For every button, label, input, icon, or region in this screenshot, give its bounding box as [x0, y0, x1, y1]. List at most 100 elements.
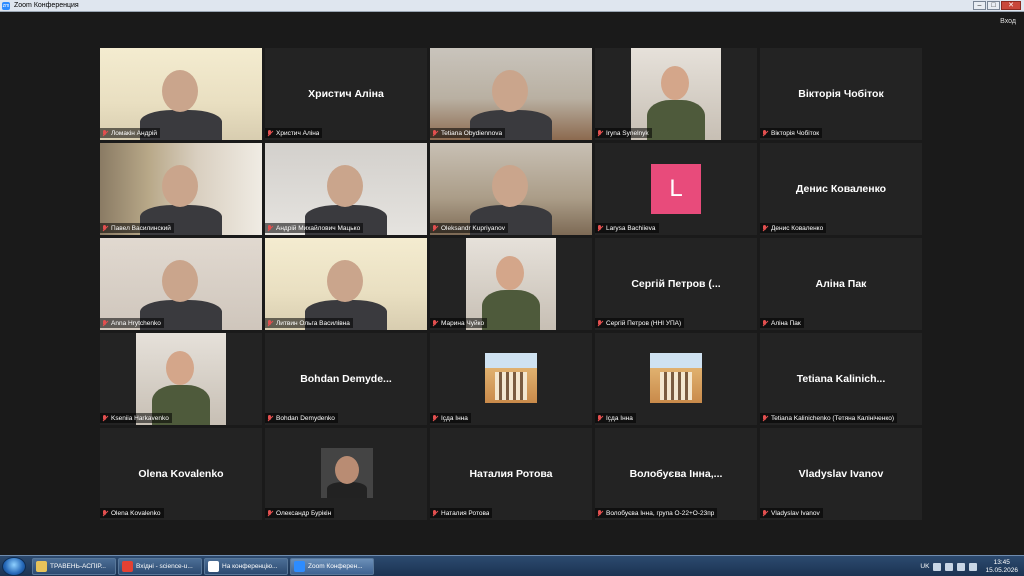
avatar-letter: L [651, 164, 701, 214]
participant-name-label: Іҫда Інна [430, 413, 471, 423]
participant-tile[interactable]: Аліна Пак Аліна Пак [760, 238, 922, 330]
chrome-icon [122, 561, 133, 572]
participant-tile[interactable]: Vladyslav Ivanov Vladyslav Ivanov [760, 428, 922, 520]
exit-label[interactable]: Вход [1000, 18, 1016, 25]
window-title: Zoom Конференция [14, 2, 79, 9]
taskbar-item[interactable]: Zoom Конферен... [290, 558, 374, 575]
participant-tile[interactable]: Христич Аліна Христич Аліна [265, 48, 427, 140]
participant-tile[interactable]: Наталия Ротова Наталия Ротова [430, 428, 592, 520]
muted-mic-icon [762, 224, 768, 232]
participant-tile[interactable]: Bohdan Demyde... Bohdan Demydenko [265, 333, 427, 425]
participant-name-label: Tetiana Kalinichenko (Тетяна Калініченко… [760, 413, 898, 423]
window-controls: – □ ✕ [973, 1, 1021, 10]
participant-big-name: Денис Коваленко [795, 183, 887, 195]
participant-big-name: Вікторія Чобіток [798, 88, 884, 100]
participant-name: Ломакін Андрій [111, 129, 158, 137]
participant-tile[interactable]: Сергій Петров (... Сергій Петров (ННІ УПА… [595, 238, 757, 330]
participant-tile[interactable]: Oleksandr Kupriyanov [430, 143, 592, 235]
participant-name: Марина Чуйко [441, 319, 485, 327]
participant-tile[interactable]: Волобуєва Інна,... Волобуєва Інна, група … [595, 428, 757, 520]
participant-tile[interactable]: Anna Hrytchenko [100, 238, 262, 330]
participant-name-label: Olena Kovalenko [100, 508, 164, 518]
muted-mic-icon [762, 414, 768, 422]
participant-name-label: Oleksandr Kupriyanov [430, 223, 508, 233]
participant-big-name: Волобуєва Інна,... [629, 468, 723, 480]
muted-mic-icon [267, 319, 273, 327]
participant-name-label: Марина Чуйко [430, 318, 488, 328]
participant-name: Наталия Ротова [441, 509, 490, 517]
muted-mic-icon [102, 509, 108, 517]
tray-arrow-icon[interactable] [933, 562, 942, 571]
participant-tile[interactable]: Литвин Ольга Василівна [265, 238, 427, 330]
muted-mic-icon [432, 509, 438, 517]
start-button[interactable] [2, 557, 26, 576]
participant-name: Андрій Михайлович Мацько [276, 224, 361, 232]
participant-tile[interactable]: Iryna Synelnyk [595, 48, 757, 140]
taskbar-item[interactable]: На конференцію... [204, 558, 288, 575]
taskbar-item-label: Вхідні - science-u... [136, 563, 193, 570]
tray-volume-icon[interactable] [969, 562, 978, 571]
participant-video [430, 48, 592, 140]
tray-flag-icon[interactable] [957, 562, 966, 571]
participant-photo [466, 238, 556, 330]
person-head [162, 260, 198, 302]
participant-tile[interactable]: Tetiana Kalinich... Tetiana Kalinichenko … [760, 333, 922, 425]
participant-tile[interactable]: Olena Kovalenko Olena Kovalenko [100, 428, 262, 520]
participant-name-label: Anna Hrytchenko [100, 318, 164, 328]
participant-video [265, 143, 427, 235]
clock[interactable]: 13:45 15.05.2026 [985, 559, 1018, 575]
participant-big-name: Vladyslav Ivanov [798, 468, 884, 480]
participant-tile[interactable]: Tetiana Obydiennova [430, 48, 592, 140]
participant-tile[interactable]: Kseniia Harkavenko [100, 333, 262, 425]
language-indicator[interactable]: UK [920, 563, 929, 570]
participant-name: Литвин Ольга Василівна [276, 319, 350, 327]
participant-tile[interactable]: Вікторія Чобіток Вікторія Чобіток [760, 48, 922, 140]
participant-name: Iryna Synelnyk [606, 129, 649, 137]
participant-tile[interactable]: Іҫда Інна [430, 333, 592, 425]
person-head [492, 70, 528, 112]
participant-name-label: Денис Коваленко [760, 223, 827, 233]
participant-tile[interactable]: Олександр Бурікін [265, 428, 427, 520]
taskbar-item-label: ТРАВЕНЬ-АСПІР... [50, 563, 106, 570]
participant-video [100, 48, 262, 140]
close-button[interactable]: ✕ [1001, 1, 1021, 10]
participant-name: Волобуєва Інна, група О-22+О-23пр [606, 509, 715, 517]
participant-tile[interactable]: Андрій Михайлович Мацько [265, 143, 427, 235]
person-head [327, 165, 363, 207]
taskbar-item-label: Zoom Конферен... [308, 563, 363, 570]
participant-name-label: Tetiana Obydiennova [430, 128, 506, 138]
taskbar-item[interactable]: ТРАВЕНЬ-АСПІР... [32, 558, 116, 575]
maximize-button[interactable]: □ [987, 1, 1000, 10]
taskbar-item[interactable]: Вхідні - science-u... [118, 558, 202, 575]
participant-big-name: Olena Kovalenko [138, 468, 224, 480]
muted-mic-icon [597, 414, 603, 422]
participant-name: Аліна Пак [771, 319, 801, 327]
person-body [482, 290, 540, 330]
minimize-button[interactable]: – [973, 1, 986, 10]
building-profile-image [650, 353, 702, 403]
muted-mic-icon [762, 509, 768, 517]
participant-name-label: Larysa Bachiieva [595, 223, 659, 233]
person-head [162, 70, 198, 112]
participant-video [100, 238, 262, 330]
participant-big-name: Tetiana Kalinich... [796, 373, 886, 385]
participant-name-label: Олександр Бурікін [265, 508, 335, 518]
participant-name-label: Vladyslav Ivanov [760, 508, 823, 518]
participant-big-name: Христич Аліна [308, 88, 384, 100]
person-body [327, 482, 367, 498]
participant-name-label: Волобуєва Інна, група О-22+О-23пр [595, 508, 718, 518]
participant-photo [136, 333, 226, 425]
participant-tile[interactable]: Іҫда Інна [595, 333, 757, 425]
participant-tile[interactable]: Ломакін Андрій [100, 48, 262, 140]
zoom-icon [294, 561, 305, 572]
participant-tile[interactable]: L Larysa Bachiieva [595, 143, 757, 235]
tray-network-icon[interactable] [945, 562, 954, 571]
participant-tile[interactable]: Марина Чуйко [430, 238, 592, 330]
participant-name: Сергій Петров (ННІ УПА) [606, 319, 682, 327]
muted-mic-icon [267, 509, 273, 517]
participant-tile[interactable]: Денис Коваленко Денис Коваленко [760, 143, 922, 235]
person-head [492, 165, 528, 207]
participant-tile[interactable]: Павел Василинский [100, 143, 262, 235]
participant-name-label: Kseniia Harkavenko [100, 413, 172, 423]
participant-name: Іҫда Інна [441, 414, 468, 422]
